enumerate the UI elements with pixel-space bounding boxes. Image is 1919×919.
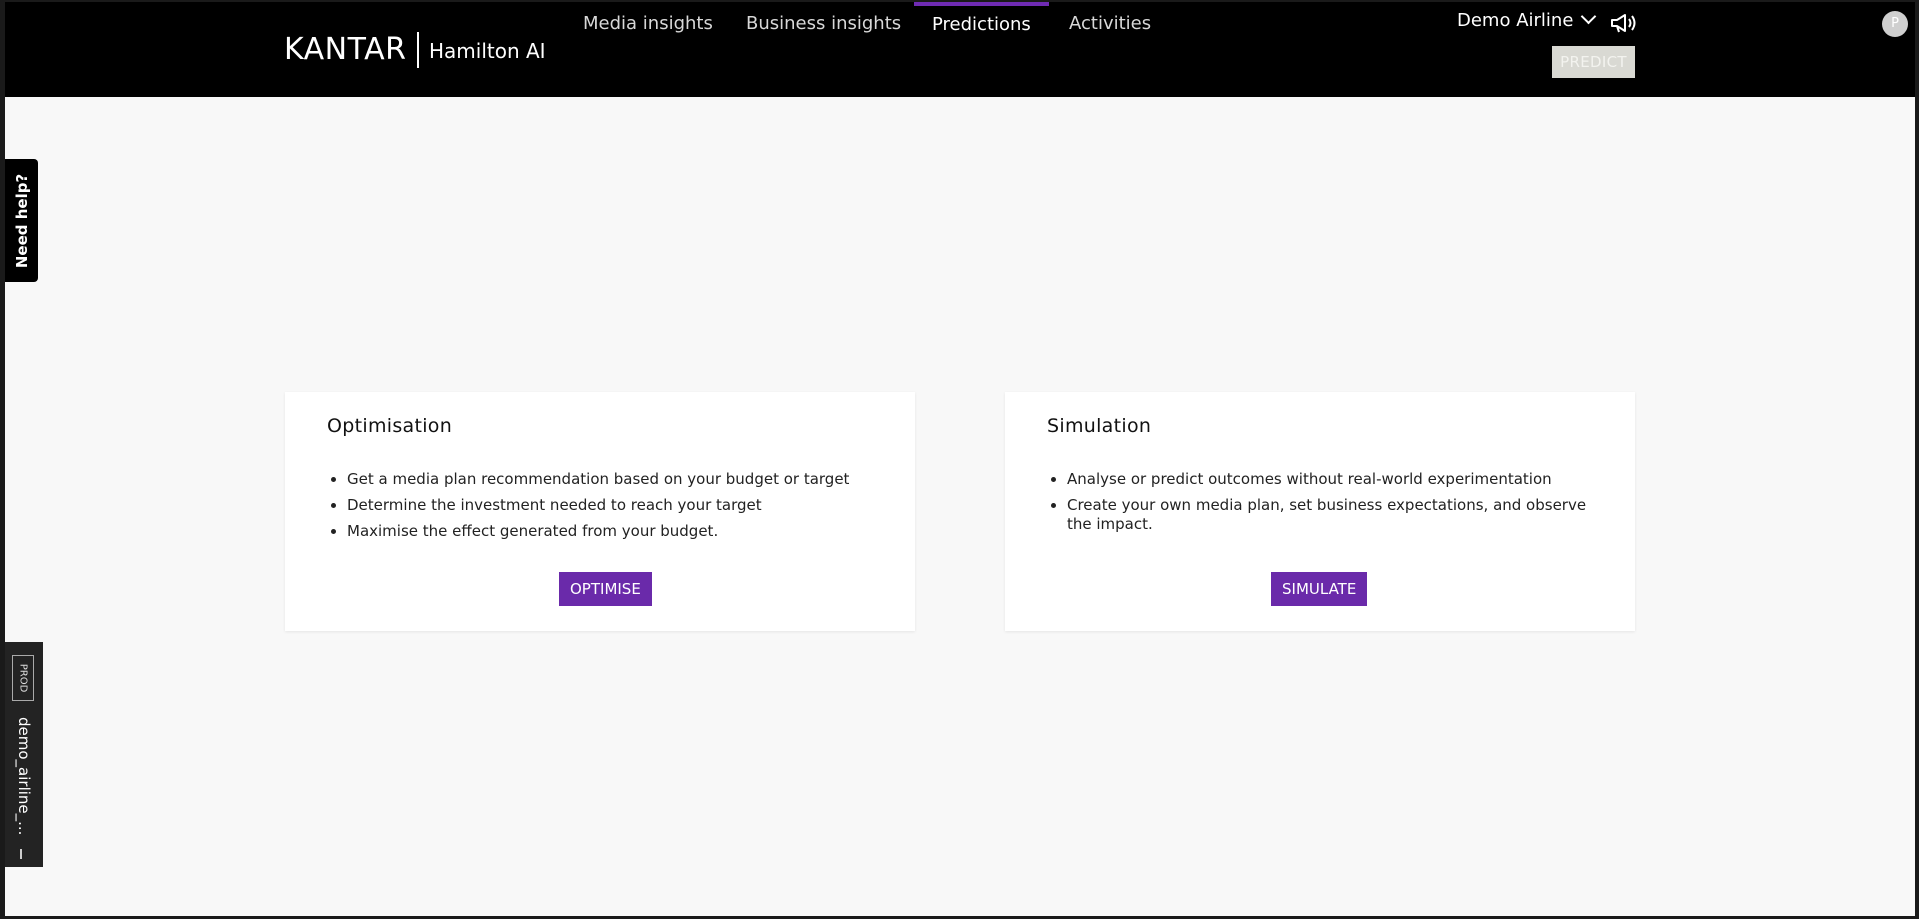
need-help-label: Need help?: [12, 173, 31, 268]
list-item: Maximise the effect generated from your …: [347, 522, 892, 541]
simulate-button[interactable]: SIMULATE: [1271, 572, 1368, 606]
chevron-down-icon: [1581, 8, 1597, 25]
megaphone-icon[interactable]: [1609, 11, 1639, 35]
list-item: Create your own media plan, set business…: [1067, 496, 1612, 534]
list-item: Analyse or predict outcomes without real…: [1067, 470, 1612, 489]
card-bullets: Analyse or predict outcomes without real…: [1047, 470, 1612, 541]
avatar[interactable]: P: [1882, 11, 1908, 37]
kantar-logo[interactable]: KANTAR: [284, 32, 406, 67]
environment-badge: PROD: [12, 655, 34, 701]
tab-media-insights[interactable]: Media insights: [565, 2, 731, 46]
tab-business-insights[interactable]: Business insights: [728, 2, 919, 46]
product-name: Hamilton AI: [429, 39, 546, 63]
optimisation-card: Optimisation Get a media plan recommenda…: [285, 392, 915, 631]
need-help-tab[interactable]: Need help?: [5, 159, 38, 282]
predict-button[interactable]: PREDICT: [1552, 46, 1635, 78]
card-title: Optimisation: [327, 415, 453, 437]
card-title: Simulation: [1047, 415, 1152, 437]
client-selector[interactable]: Demo Airline: [1457, 8, 1597, 31]
list-item: Get a media plan recommendation based on…: [347, 470, 892, 489]
tab-predictions[interactable]: Predictions: [914, 2, 1049, 46]
logo-divider: [417, 32, 419, 68]
optimise-button[interactable]: OPTIMISE: [559, 572, 652, 606]
simulation-card: Simulation Analyse or predict outcomes w…: [1005, 392, 1635, 631]
list-item: Determine the investment needed to reach…: [347, 496, 892, 515]
top-navigation-bar: KANTAR Hamilton AI Media insights Busine…: [5, 2, 1915, 97]
app-window: KANTAR Hamilton AI Media insights Busine…: [5, 2, 1915, 916]
collapse-handle[interactable]: [20, 849, 22, 859]
tab-activities[interactable]: Activities: [1051, 2, 1169, 46]
card-bullets: Get a media plan recommendation based on…: [327, 470, 892, 548]
environment-panel: PROD demo_airline_...: [5, 642, 43, 867]
client-name: Demo Airline: [1457, 10, 1574, 31]
